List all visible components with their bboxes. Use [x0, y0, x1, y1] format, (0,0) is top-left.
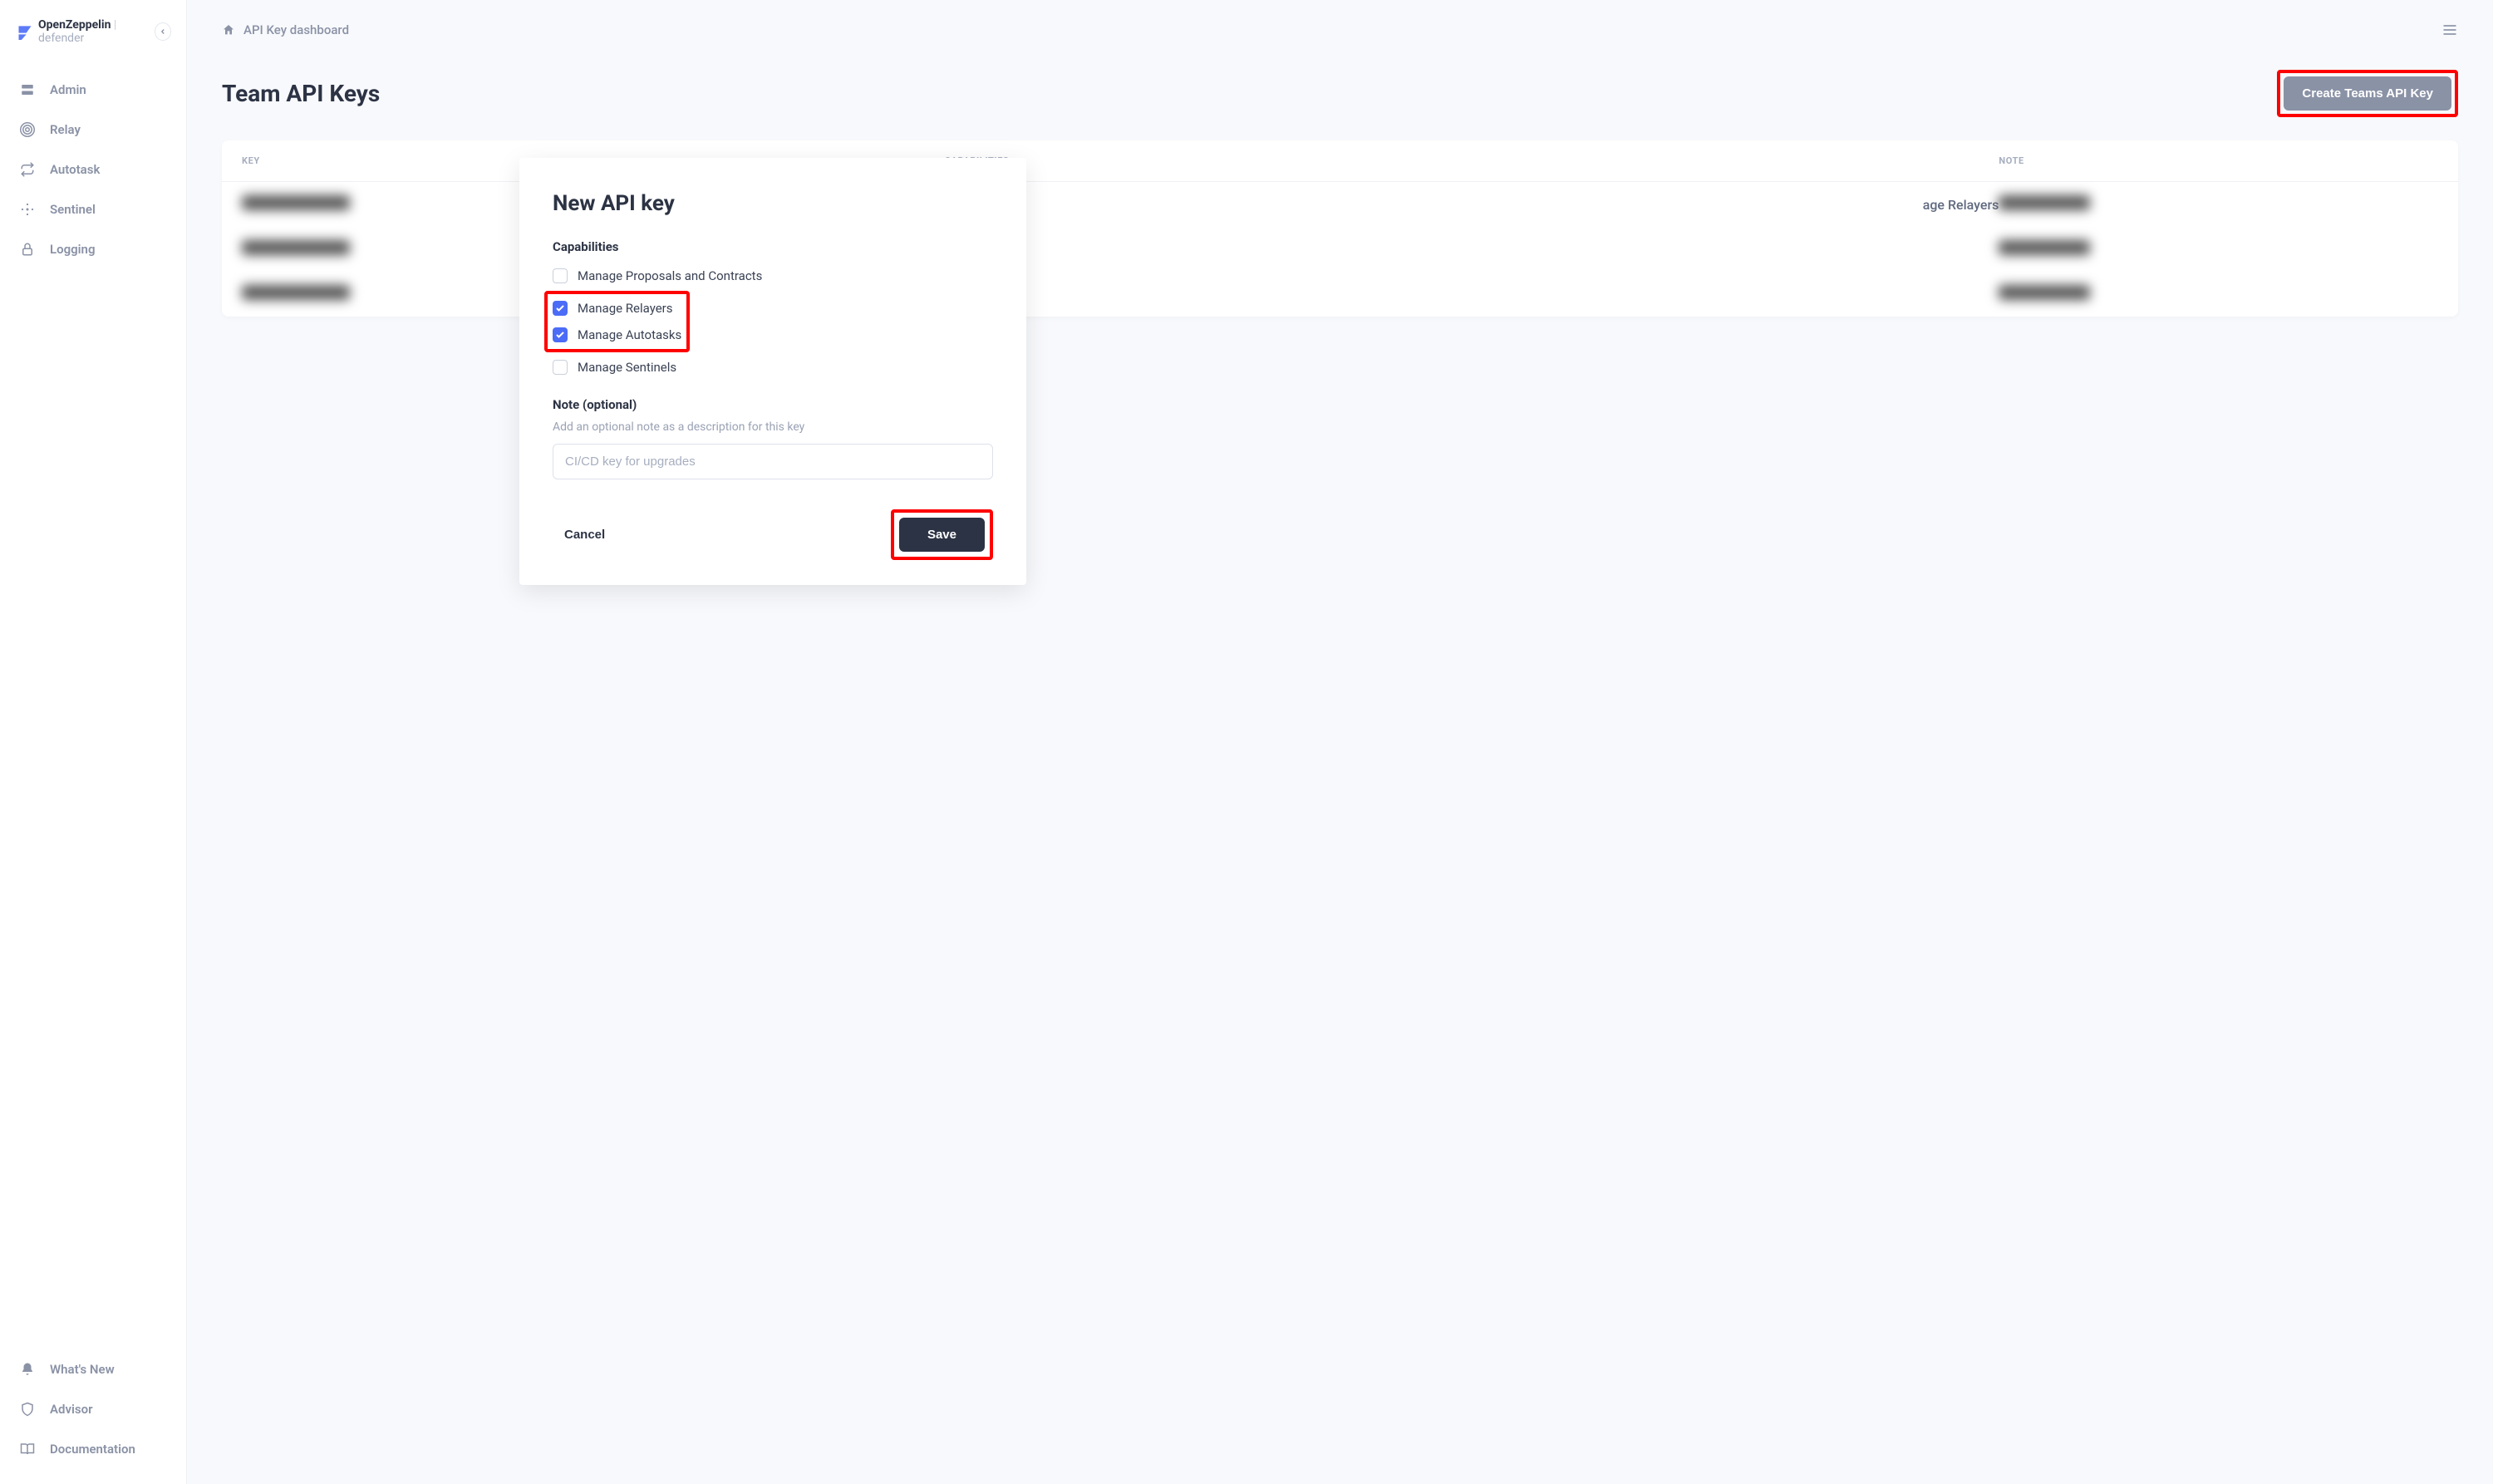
create-api-key-button[interactable]: Create Teams API Key	[2284, 76, 2451, 111]
capability-label: Manage Sentinels	[578, 360, 676, 375]
note-section: Note (optional) Add an optional note as …	[553, 397, 993, 479]
checkbox-icon	[553, 268, 568, 283]
note-input[interactable]	[553, 444, 993, 479]
sidebar-item-sentinel[interactable]: Sentinel	[0, 189, 186, 229]
save-button[interactable]: Save	[899, 518, 985, 552]
capabilities-section: Capabilities Manage Proposals and Contra…	[553, 239, 993, 381]
note-cell	[1999, 195, 2090, 210]
capabilities-label: Capabilities	[553, 239, 993, 254]
home-icon[interactable]	[222, 23, 235, 37]
nav-label: Autotask	[50, 162, 100, 177]
sidebar: OpenZeppelin | defender Admin Relay Auto…	[0, 0, 187, 1484]
modal-actions: Cancel Save	[553, 509, 993, 560]
modal-title: New API key	[553, 191, 993, 216]
main-content: API Key dashboard Team API Keys Create T…	[187, 0, 2493, 1484]
autotask-icon	[20, 162, 35, 177]
cancel-button[interactable]: Cancel	[553, 519, 617, 550]
nav-label: Documentation	[50, 1442, 135, 1457]
relay-icon	[20, 122, 35, 137]
nav-main: Admin Relay Autotask Sentinel Logging	[0, 63, 186, 1343]
logging-icon	[20, 242, 35, 257]
note-label: Note (optional)	[553, 397, 993, 412]
nav-label: Sentinel	[50, 202, 96, 217]
capability-label: Manage Autotasks	[578, 327, 681, 342]
sidebar-item-advisor[interactable]: Advisor	[0, 1389, 186, 1429]
sidebar-item-logging[interactable]: Logging	[0, 229, 186, 269]
col-capabilities: CAPABILITIES	[945, 155, 1999, 166]
nav-label: Advisor	[50, 1402, 92, 1417]
admin-icon	[20, 82, 35, 97]
note-cell	[1999, 285, 2090, 300]
new-api-key-modal: New API key Capabilities Manage Proposal…	[519, 158, 1026, 585]
breadcrumb-page: API Key dashboard	[243, 22, 349, 37]
bell-icon	[20, 1362, 35, 1377]
logo-icon	[17, 23, 33, 40]
nav-label: Relay	[50, 122, 81, 137]
capability-proposals[interactable]: Manage Proposals and Contracts	[553, 263, 993, 289]
nav-bottom: What's New Advisor Documentation	[0, 1343, 186, 1484]
sidebar-item-relay[interactable]: Relay	[0, 110, 186, 150]
checkbox-icon	[553, 360, 568, 375]
page-header: Team API Keys Create Teams API Key	[187, 50, 2493, 140]
nav-label: Logging	[50, 242, 95, 257]
key-cell	[242, 195, 350, 210]
checkbox-icon	[553, 327, 568, 342]
sidebar-collapse-button[interactable]	[155, 22, 171, 41]
sidebar-item-docs[interactable]: Documentation	[0, 1429, 186, 1469]
capability-autotasks[interactable]: Manage Autotasks	[553, 322, 681, 348]
note-hint: Add an optional note as a description fo…	[553, 420, 993, 434]
sidebar-item-admin[interactable]: Admin	[0, 70, 186, 110]
page-title: Team API Keys	[222, 80, 380, 107]
col-note: NOTE	[1999, 155, 2438, 166]
sentinel-icon	[20, 202, 35, 217]
book-icon	[20, 1442, 35, 1457]
nav-label: Admin	[50, 82, 86, 97]
capability-label: Manage Relayers	[578, 301, 672, 316]
sidebar-item-whatsnew[interactable]: What's New	[0, 1349, 186, 1389]
checkbox-icon	[553, 301, 568, 316]
capability-relayers[interactable]: Manage Relayers	[553, 295, 681, 322]
capability-label: Manage Proposals and Contracts	[578, 268, 762, 283]
key-cell	[242, 285, 350, 300]
topbar: API Key dashboard	[187, 0, 2493, 50]
brand-text: OpenZeppelin | defender	[38, 18, 150, 45]
shield-icon	[20, 1402, 35, 1417]
capability-sentinels[interactable]: Manage Sentinels	[553, 354, 993, 381]
menu-icon[interactable]	[2441, 22, 2458, 38]
cap-cell: age Relayers	[945, 197, 1999, 213]
nav-label: What's New	[50, 1362, 115, 1377]
sidebar-item-autotask[interactable]: Autotask	[0, 150, 186, 189]
key-cell	[242, 240, 350, 255]
note-cell	[1999, 240, 2090, 255]
sidebar-header: OpenZeppelin | defender	[0, 0, 186, 63]
breadcrumb: API Key dashboard	[222, 22, 349, 37]
